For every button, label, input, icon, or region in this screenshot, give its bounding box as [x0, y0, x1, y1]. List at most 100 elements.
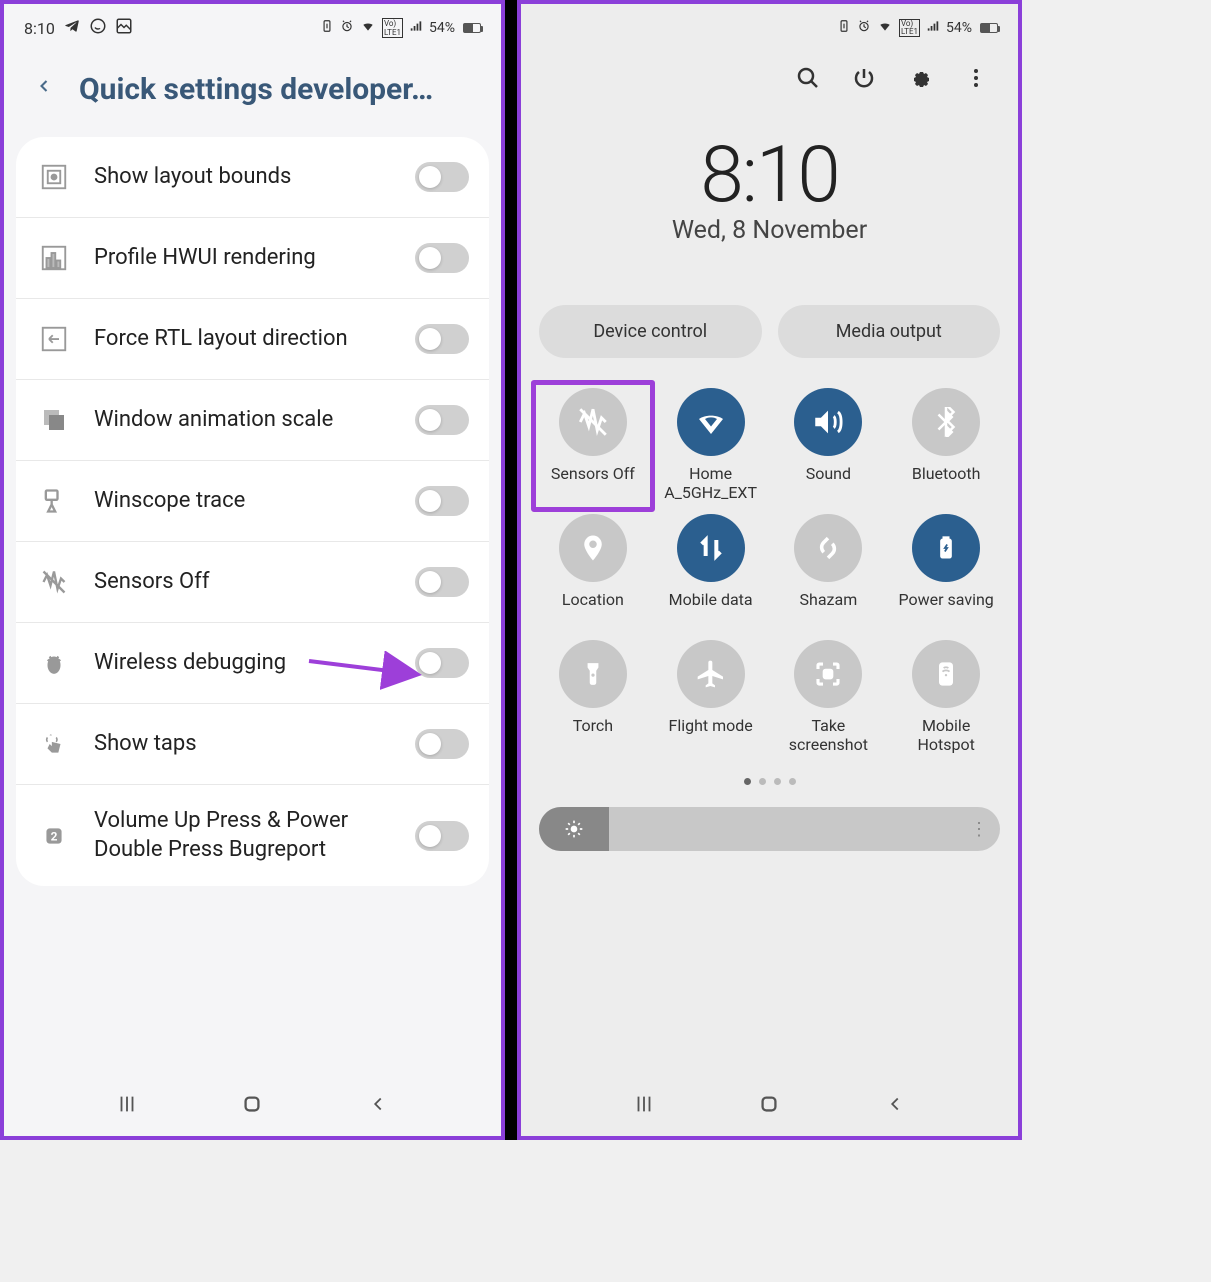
- whatsapp-icon: [89, 17, 107, 39]
- brightness-slider[interactable]: ⋮: [539, 807, 1000, 851]
- page-header: Quick settings developer…: [4, 52, 501, 137]
- toggle[interactable]: [415, 821, 469, 851]
- tile-mobile-data[interactable]: Mobile data: [657, 514, 765, 630]
- tile-shazam[interactable]: Shazam: [775, 514, 883, 630]
- tile-power-saving[interactable]: Power saving: [892, 514, 1000, 630]
- setting-hwui[interactable]: Profile HWUI rendering: [16, 218, 489, 299]
- brightness-more-icon[interactable]: ⋮: [970, 819, 988, 840]
- screenshot-icon: [794, 640, 862, 708]
- status-bar: 8:10 Vo)LTE1 54%: [4, 4, 501, 52]
- toggle[interactable]: [415, 405, 469, 435]
- bluetooth-icon: [912, 388, 980, 456]
- tile-label: Mobile data: [669, 590, 753, 630]
- recents-button[interactable]: [633, 1093, 655, 1119]
- toggle[interactable]: [415, 243, 469, 273]
- sensors-off-icon: [559, 388, 627, 456]
- setting-label: Force RTL layout direction: [94, 325, 393, 354]
- battery-saver-icon: [837, 19, 851, 37]
- toggle[interactable]: [415, 324, 469, 354]
- toggle[interactable]: [415, 729, 469, 759]
- qs-grid: Sensors Off Home A_5GHz_EXT Sound Blueto…: [521, 378, 1018, 766]
- tile-label: Sound: [806, 464, 851, 504]
- page-indicator: [521, 766, 1018, 797]
- tile-wifi[interactable]: Home A_5GHz_EXT: [657, 388, 765, 504]
- alarm-icon: [857, 19, 871, 37]
- brightness-icon: [539, 807, 609, 851]
- setting-bugreport[interactable]: 2 Volume Up Press & Power Double Press B…: [16, 785, 489, 886]
- settings-screen: 8:10 Vo)LTE1 54% Quick settings develope…: [0, 0, 505, 1140]
- gear-icon[interactable]: [908, 66, 932, 90]
- wifi-icon: [360, 19, 376, 37]
- setting-label: Winscope trace: [94, 487, 393, 516]
- hwui-icon: [36, 240, 72, 276]
- tile-label: Home A_5GHz_EXT: [657, 464, 765, 504]
- wifi-icon: [877, 19, 893, 37]
- wifi-icon: [677, 388, 745, 456]
- sound-icon: [794, 388, 862, 456]
- media-output-button[interactable]: Media output: [778, 305, 1001, 358]
- tile-sound[interactable]: Sound: [775, 388, 883, 504]
- setting-sensors-off[interactable]: Sensors Off: [16, 542, 489, 623]
- layout-bounds-icon: [36, 159, 72, 195]
- home-button[interactable]: [241, 1093, 263, 1119]
- setting-label: Sensors Off: [94, 568, 393, 597]
- settings-list: Show layout bounds Profile HWUI renderin…: [16, 137, 489, 886]
- home-button[interactable]: [758, 1093, 780, 1119]
- page-title: Quick settings developer…: [79, 72, 433, 107]
- battery-icon: [463, 23, 481, 33]
- tile-label: Sensors Off: [551, 464, 635, 504]
- tile-label: Power saving: [898, 590, 993, 630]
- toggle[interactable]: [415, 567, 469, 597]
- tile-sensors-off[interactable]: Sensors Off: [531, 380, 655, 512]
- setting-label: Show layout bounds: [94, 163, 393, 192]
- status-time: 8:10: [24, 19, 55, 38]
- panel-clock: 8:10: [521, 130, 1018, 221]
- tile-flight-mode[interactable]: Flight mode: [657, 640, 765, 756]
- setting-window-anim[interactable]: Window animation scale: [16, 380, 489, 461]
- toggle[interactable]: [415, 486, 469, 516]
- setting-show-taps[interactable]: Show taps: [16, 704, 489, 785]
- pill-buttons: Device control Media output: [521, 255, 1018, 378]
- tile-label: Shazam: [800, 590, 858, 630]
- tile-hotspot[interactable]: Mobile Hotspot: [892, 640, 1000, 756]
- gallery-icon: [115, 17, 133, 39]
- recents-button[interactable]: [116, 1093, 138, 1119]
- setting-label: Profile HWUI rendering: [94, 244, 393, 273]
- tile-screenshot[interactable]: Take screenshot: [775, 640, 883, 756]
- back-nav-button[interactable]: [367, 1093, 389, 1119]
- search-icon[interactable]: [796, 66, 820, 90]
- power-icon[interactable]: [852, 66, 876, 90]
- toggle[interactable]: [415, 162, 469, 192]
- winscope-icon: [36, 483, 72, 519]
- battery-percent: 54%: [946, 20, 972, 36]
- power-saving-icon: [912, 514, 980, 582]
- device-control-button[interactable]: Device control: [539, 305, 762, 358]
- signal-icon: [409, 19, 423, 37]
- hotspot-icon: [912, 640, 980, 708]
- setting-label: Window animation scale: [94, 406, 393, 435]
- rtl-icon: [36, 321, 72, 357]
- location-icon: [559, 514, 627, 582]
- alarm-icon: [340, 19, 354, 37]
- status-bar: Vo)LTE1 54%: [521, 4, 1018, 52]
- tile-bluetooth[interactable]: Bluetooth: [892, 388, 1000, 504]
- tile-location[interactable]: Location: [539, 514, 647, 630]
- battery-percent: 54%: [429, 20, 455, 36]
- tile-label: Location: [562, 590, 624, 630]
- setting-label: Volume Up Press & Power Double Press Bug…: [94, 807, 393, 864]
- more-icon[interactable]: [964, 66, 988, 90]
- flight-mode-icon: [677, 640, 745, 708]
- volte-icon: Vo)LTE1: [382, 18, 403, 38]
- shazam-icon: [794, 514, 862, 582]
- tile-label: Flight mode: [668, 716, 752, 756]
- back-nav-button[interactable]: [884, 1093, 906, 1119]
- back-button[interactable]: [34, 72, 54, 107]
- show-taps-icon: [36, 726, 72, 762]
- setting-layout-bounds[interactable]: Show layout bounds: [16, 137, 489, 218]
- tile-label: Bluetooth: [912, 464, 981, 504]
- setting-rtl[interactable]: Force RTL layout direction: [16, 299, 489, 380]
- nav-bar: [4, 1076, 501, 1136]
- tile-torch[interactable]: Torch: [539, 640, 647, 756]
- setting-winscope[interactable]: Winscope trace: [16, 461, 489, 542]
- volte-icon: Vo)LTE1: [899, 19, 920, 37]
